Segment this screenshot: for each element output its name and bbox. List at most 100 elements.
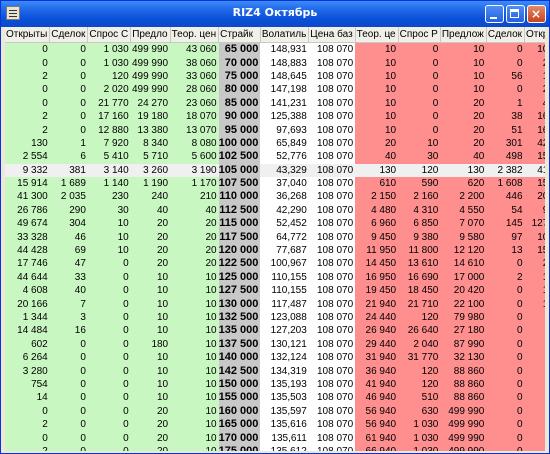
call-cell[interactable]: 33 328 xyxy=(5,230,50,244)
call-cell[interactable]: 2 xyxy=(5,123,50,137)
put-cell[interactable]: 1 664 xyxy=(524,284,545,298)
table-row[interactable]: 130 1 7 920 8 340 8 080 100 000 65,849 108 070 2… xyxy=(5,136,545,151)
call-cell[interactable]: 1 030 xyxy=(87,42,131,57)
info-cell[interactable]: 108 070 xyxy=(308,150,356,164)
call-cell[interactable]: 2 020 xyxy=(87,83,131,97)
call-cell[interactable]: 0 xyxy=(49,96,88,110)
strike-cell[interactable]: 115 000 xyxy=(218,217,261,231)
put-cell[interactable]: 2 xyxy=(486,270,525,285)
put-cell[interactable]: 1 916 xyxy=(524,297,545,311)
put-cell[interactable]: 0 xyxy=(486,444,525,451)
put-cell[interactable]: 2 458 xyxy=(524,257,545,271)
put-cell[interactable]: 31 940 xyxy=(355,350,399,365)
call-cell[interactable]: 0 xyxy=(49,56,88,70)
table-row[interactable]: 4 608 40 0 10 10 127 500 110,155 108 070 19 450 1… xyxy=(5,284,545,298)
call-cell[interactable]: 3 280 xyxy=(5,364,50,378)
call-cell[interactable]: 0 xyxy=(49,377,88,392)
put-cell[interactable]: 0 xyxy=(524,377,545,392)
put-cell[interactable]: 0 xyxy=(398,96,441,110)
strike-cell[interactable]: 90 000 xyxy=(218,109,261,124)
call-cell[interactable]: 0 xyxy=(87,284,131,298)
put-cell[interactable]: 16 242 xyxy=(524,109,545,124)
put-cell[interactable]: 13 610 xyxy=(398,257,441,271)
call-cell[interactable]: 0 xyxy=(49,123,88,137)
put-cell[interactable]: 51 xyxy=(486,123,525,137)
minimize-icon[interactable] xyxy=(485,5,504,23)
put-cell[interactable]: 130 xyxy=(440,163,487,177)
call-cell[interactable]: 0 xyxy=(87,350,131,365)
info-cell[interactable]: 108 070 xyxy=(308,123,356,137)
call-cell[interactable]: 499 990 xyxy=(130,42,171,57)
call-cell[interactable]: 10 xyxy=(170,417,219,432)
info-cell[interactable]: 125,388 xyxy=(260,109,309,124)
call-cell[interactable]: 49 674 xyxy=(5,217,50,231)
call-cell[interactable]: 0 xyxy=(49,404,88,418)
put-cell[interactable]: 0 xyxy=(486,42,525,57)
put-cell[interactable]: 64 xyxy=(524,350,545,365)
table-row[interactable]: 17 746 47 0 20 20 122 500 100,967 108 070 14 450… xyxy=(5,257,545,271)
call-cell[interactable]: 13 380 xyxy=(130,123,171,137)
call-cell[interactable]: 10 xyxy=(170,404,219,418)
column-header[interactable]: Сделок xyxy=(486,27,526,43)
put-cell[interactable]: 4 708 xyxy=(524,96,545,110)
put-cell[interactable]: 4 480 xyxy=(355,203,399,218)
call-cell[interactable]: 0 xyxy=(49,83,88,97)
put-cell[interactable]: 0 xyxy=(524,404,545,418)
table-row[interactable]: 15 914 1 689 1 140 1 190 1 170 107 500 37,040 1… xyxy=(5,176,545,191)
put-cell[interactable]: 10 xyxy=(440,42,487,57)
put-cell[interactable]: 26 940 xyxy=(355,324,399,338)
call-cell[interactable]: 10 xyxy=(130,284,171,298)
put-cell[interactable]: 0 xyxy=(486,350,525,365)
put-cell[interactable]: 21 940 xyxy=(355,297,399,311)
put-cell[interactable]: 7 070 xyxy=(440,217,487,231)
call-cell[interactable]: 69 xyxy=(49,243,88,258)
call-cell[interactable]: 1 xyxy=(49,136,88,151)
table-row[interactable]: 9 332 381 3 140 3 260 3 190 105 000 43,329 108 … xyxy=(5,163,545,177)
info-cell[interactable]: 77,687 xyxy=(260,243,309,258)
call-cell[interactable]: 0 xyxy=(5,83,50,97)
put-cell[interactable]: 88 860 xyxy=(440,364,487,378)
call-cell[interactable]: 16 xyxy=(49,324,88,338)
put-cell[interactable]: 10 xyxy=(355,96,399,110)
put-cell[interactable]: 21 710 xyxy=(398,297,441,311)
call-cell[interactable]: 47 xyxy=(49,257,88,271)
put-cell[interactable]: 0 xyxy=(486,83,525,97)
call-cell[interactable]: 0 xyxy=(87,364,131,378)
call-cell[interactable]: 20 xyxy=(130,444,171,451)
put-cell[interactable]: 19 450 xyxy=(355,284,399,298)
put-cell[interactable]: 0 xyxy=(486,391,525,405)
put-cell[interactable]: 40 xyxy=(355,150,399,164)
call-cell[interactable]: 2 xyxy=(5,69,50,84)
call-cell[interactable]: 17 746 xyxy=(5,257,50,271)
info-cell[interactable]: 108 070 xyxy=(308,257,356,271)
strike-cell[interactable]: 142 500 xyxy=(218,364,261,378)
info-cell[interactable]: 108 070 xyxy=(308,444,356,451)
call-cell[interactable]: 26 786 xyxy=(5,203,50,218)
call-cell[interactable]: 10 xyxy=(170,337,219,351)
call-cell[interactable]: 2 554 xyxy=(5,150,50,164)
table-row[interactable]: 44 644 33 0 10 10 125 000 110,155 108 070 16 950… xyxy=(5,270,545,285)
call-cell[interactable]: 0 xyxy=(49,431,88,445)
column-header[interactable]: Теор. цен xyxy=(170,27,220,43)
column-header[interactable]: Теор. це xyxy=(355,27,399,43)
call-cell[interactable]: 0 xyxy=(5,431,50,445)
put-cell[interactable]: 38 xyxy=(486,109,525,124)
call-cell[interactable]: 0 xyxy=(49,109,88,124)
column-header[interactable]: Открыты xyxy=(5,27,51,43)
info-cell[interactable]: 108 070 xyxy=(308,417,356,432)
call-cell[interactable]: 499 990 xyxy=(130,69,171,84)
call-cell[interactable]: 1 344 xyxy=(5,310,50,325)
call-cell[interactable]: 15 914 xyxy=(5,176,50,191)
call-cell[interactable]: 0 xyxy=(87,270,131,285)
put-cell[interactable]: 2 xyxy=(524,337,545,351)
table-row[interactable]: 2 0 12 880 13 380 13 070 95 000 97,693 108 070 1… xyxy=(5,123,545,137)
table-row[interactable]: 001 030 499 990 43 060 65 000 148,931 108 070… xyxy=(5,42,545,57)
put-cell[interactable]: 499 990 xyxy=(440,431,487,445)
table-row[interactable]: 001 030 499 990 38 060 70 000 148,883 108 070… xyxy=(5,56,545,70)
put-cell[interactable]: 30 xyxy=(398,150,441,164)
call-cell[interactable]: 23 060 xyxy=(170,96,219,110)
call-cell[interactable]: 0 xyxy=(5,56,50,70)
put-cell[interactable]: 16 690 xyxy=(398,270,441,285)
put-cell[interactable]: 0 xyxy=(398,56,441,70)
call-cell[interactable]: 499 990 xyxy=(130,56,171,70)
